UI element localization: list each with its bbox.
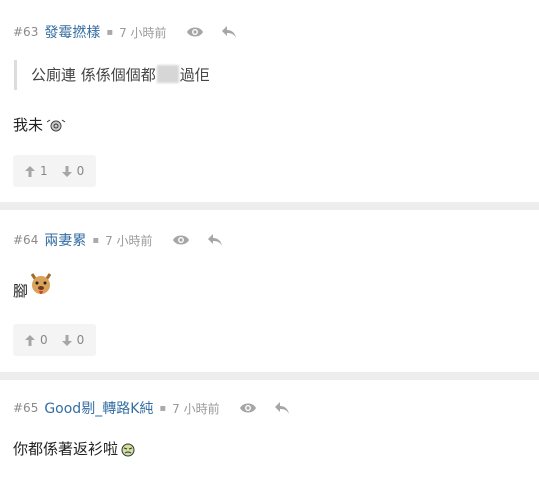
username-link[interactable]: 兩妻累 bbox=[44, 230, 86, 250]
dizzy-face-emoji-icon bbox=[45, 118, 67, 132]
tired-face-emoji-icon bbox=[120, 442, 136, 456]
post-65: #65 Good剔_轉路K純 ▪ 7 小時前 你都係著返衫啦 bbox=[0, 380, 539, 480]
upvote-button[interactable]: 1 bbox=[25, 164, 48, 178]
post-64: #64 兩妻累 ▪ 7 小時前 腳 0 0 bbox=[0, 210, 539, 372]
eye-icon[interactable] bbox=[238, 398, 258, 418]
post-content: 腳 bbox=[13, 268, 53, 301]
floor-number: #63 bbox=[13, 25, 39, 39]
post-63: #63 發霉撚樣 ▪ 7 小時前 公廁連 係係個個都 過佢 我未 1 0 bbox=[0, 0, 539, 202]
downvote-button[interactable]: 0 bbox=[61, 333, 85, 347]
post-time: 7 小時前 bbox=[172, 401, 220, 416]
content-text: 我未 bbox=[13, 116, 44, 134]
separator-dot: ▪ bbox=[159, 402, 167, 414]
arrow-down-icon bbox=[61, 334, 72, 346]
dog-face-emoji-icon bbox=[29, 270, 53, 300]
floor-number: #65 bbox=[13, 401, 39, 415]
separator-dot: ▪ bbox=[92, 234, 100, 246]
reply-icon[interactable] bbox=[272, 398, 292, 418]
username-link[interactable]: 發霉撚樣 bbox=[44, 22, 100, 42]
reply-icon[interactable] bbox=[205, 230, 225, 250]
thread-page: #63 發霉撚樣 ▪ 7 小時前 公廁連 係係個個都 過佢 我未 1 0 #64… bbox=[0, 0, 539, 480]
quote-text-start: 公廁連 係係個個都 bbox=[31, 66, 156, 84]
post-meta: #63 發霉撚樣 ▪ 7 小時前 bbox=[13, 22, 253, 42]
quote-text-end: 過佢 bbox=[179, 66, 210, 84]
upvote-button[interactable]: 0 bbox=[25, 333, 48, 347]
separator-dot: ▪ bbox=[106, 26, 114, 38]
content-text: 腳 bbox=[13, 282, 29, 300]
content-text: 你都係著返衫啦 bbox=[13, 440, 119, 458]
upvote-count: 0 bbox=[40, 333, 48, 347]
upvote-count: 1 bbox=[40, 164, 48, 178]
eye-icon[interactable] bbox=[185, 22, 205, 42]
reply-icon[interactable] bbox=[219, 22, 239, 42]
quote-block: 公廁連 係係個個都 過佢 bbox=[14, 60, 210, 90]
eye-icon[interactable] bbox=[171, 230, 191, 250]
downvote-count: 0 bbox=[76, 333, 85, 347]
blurred-text bbox=[156, 65, 179, 83]
post-content: 我未 bbox=[13, 114, 67, 135]
vote-bar: 0 0 bbox=[13, 324, 97, 356]
username-link[interactable]: Good剔_轉路K純 bbox=[44, 398, 153, 418]
post-time: 7 小時前 bbox=[105, 233, 153, 248]
vote-bar: 1 0 bbox=[13, 155, 97, 187]
floor-number: #64 bbox=[13, 233, 39, 247]
post-meta: #64 兩妻累 ▪ 7 小時前 bbox=[13, 230, 239, 250]
arrow-down-icon bbox=[61, 165, 72, 177]
arrow-up-icon bbox=[25, 334, 35, 346]
downvote-button[interactable]: 0 bbox=[61, 164, 85, 178]
post-time: 7 小時前 bbox=[119, 25, 167, 40]
downvote-count: 0 bbox=[76, 164, 85, 178]
arrow-up-icon bbox=[25, 165, 35, 177]
post-meta: #65 Good剔_轉路K純 ▪ 7 小時前 bbox=[13, 398, 306, 418]
post-content: 你都係著返衫啦 bbox=[13, 438, 136, 459]
